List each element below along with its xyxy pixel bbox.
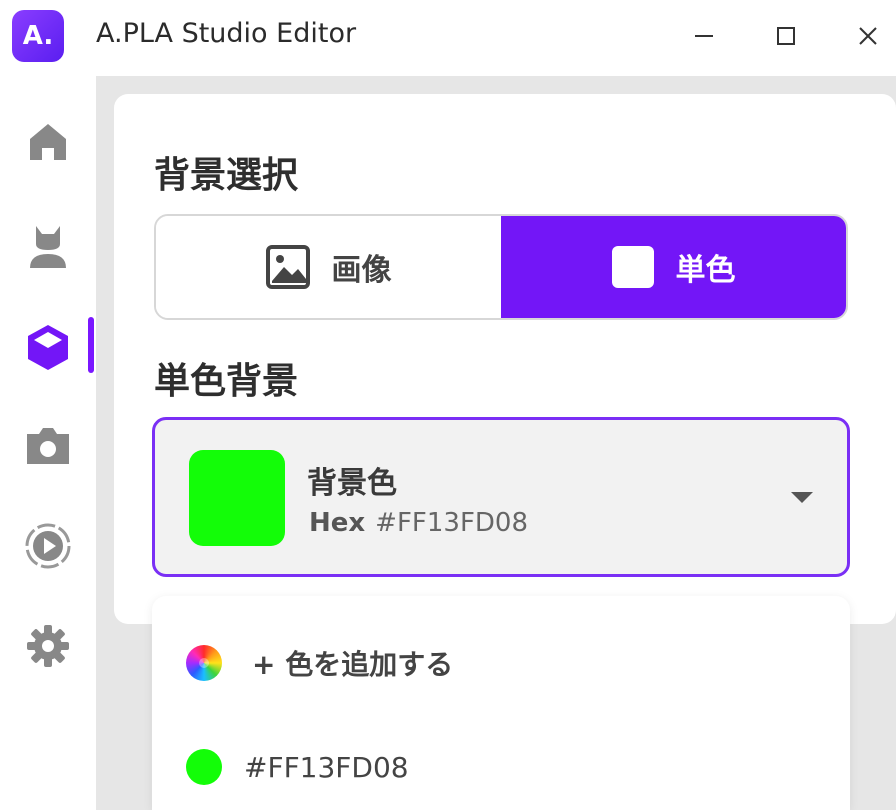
title-bar: A. A.PLA Studio Editor [0, 0, 896, 76]
add-color-label: + 色を追加する [252, 648, 454, 681]
maximize-button[interactable] [764, 14, 808, 58]
camera-icon [27, 428, 69, 464]
app-logo: A. [12, 10, 64, 62]
window-title: A.PLA Studio Editor [96, 18, 357, 49]
image-option-label: 画像 [331, 253, 392, 288]
close-button[interactable] [846, 14, 890, 58]
color-wheel-icon [186, 645, 222, 681]
sidebar [0, 76, 96, 810]
sidebar-item-home[interactable] [0, 106, 96, 178]
hex-prefix: Hex [309, 508, 366, 538]
cube-icon [28, 325, 68, 370]
solid-option-button[interactable]: 単色 [501, 216, 846, 318]
color-menu-item[interactable]: #FF13FD08 [152, 722, 850, 810]
home-icon [30, 124, 66, 160]
color-dot [186, 749, 222, 785]
maximize-icon [777, 27, 795, 45]
color-dropdown-menu: + 色を追加する #FF13FD08 [152, 596, 850, 810]
color-label: 背景色 [307, 466, 397, 501]
background-color-select[interactable]: 背景色 Hex #FF13FD08 [152, 417, 850, 577]
close-icon [859, 27, 877, 45]
color-menu-label: #FF13FD08 [244, 750, 409, 784]
hex-value: #FF13FD08 [375, 508, 529, 538]
sidebar-item-avatar[interactable] [0, 210, 96, 282]
minimize-icon [695, 35, 713, 37]
sidebar-item-object[interactable] [0, 311, 96, 383]
solid-background-title: 単色背景 [154, 361, 299, 402]
sidebar-item-settings[interactable] [0, 610, 96, 682]
sidebar-active-indicator [88, 317, 94, 373]
add-color-menu-item[interactable]: + 色を追加する [152, 618, 850, 708]
gear-icon [27, 625, 69, 667]
image-icon [265, 245, 310, 289]
background-type-toggle: 画像 単色 [154, 214, 848, 320]
chevron-down-icon [791, 492, 813, 503]
solid-option-label: 単色 [675, 253, 736, 288]
minimize-button[interactable] [682, 14, 726, 58]
sidebar-item-camera[interactable] [0, 410, 96, 482]
sidebar-item-play[interactable] [0, 510, 96, 582]
image-option-button[interactable]: 画像 [156, 216, 501, 318]
color-hex: Hex #FF13FD08 [309, 508, 528, 538]
avatar-icon [30, 226, 66, 268]
play-icon [25, 523, 71, 569]
solid-color-icon [611, 246, 654, 288]
background-select-title: 背景選択 [154, 155, 299, 196]
color-swatch [189, 450, 285, 546]
